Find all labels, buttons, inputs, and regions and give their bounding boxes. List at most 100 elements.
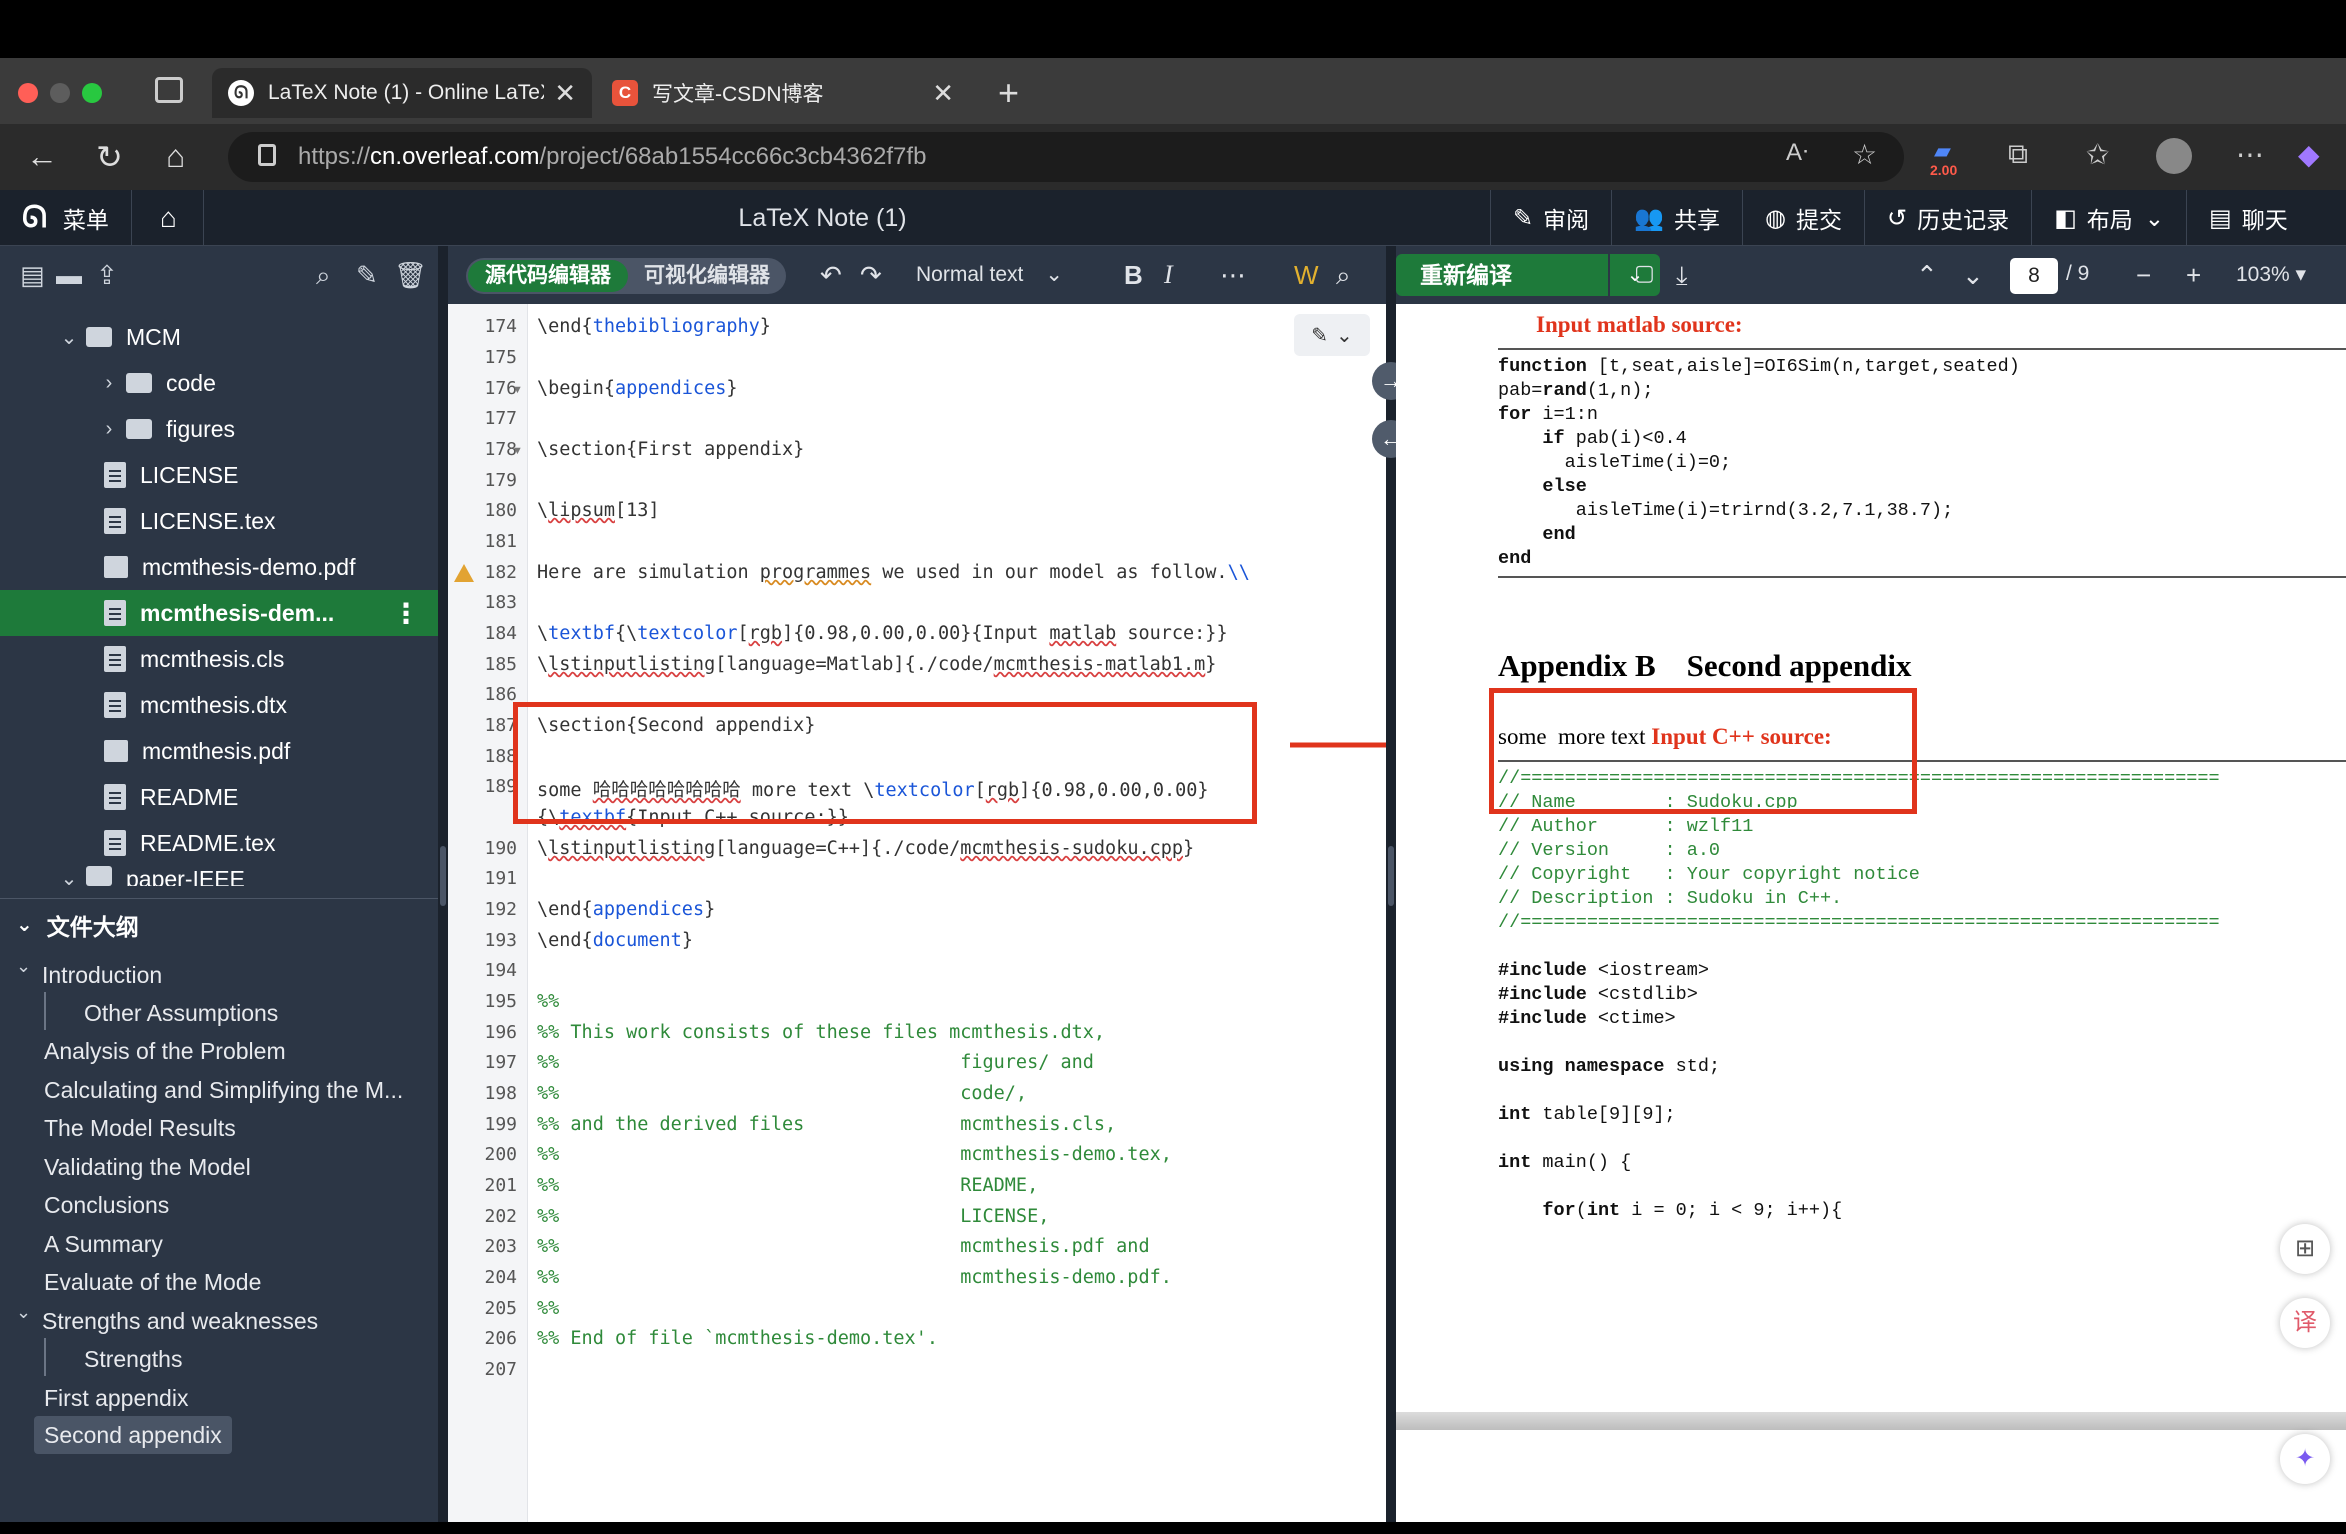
tree-file-license[interactable]: LICENSE: [0, 452, 438, 498]
tree-file-demo-tex[interactable]: mcmthesis-dem... ⋮: [0, 590, 438, 636]
outline-item[interactable]: Introduction: [42, 956, 162, 994]
tab-csdn[interactable]: C 写文章-CSDN博客 ✕: [596, 68, 970, 118]
left-panel-resizer[interactable]: [438, 246, 448, 1522]
outline-item[interactable]: Analysis of the Problem: [44, 1032, 286, 1070]
ai-assistant-icon[interactable]: ✦: [2280, 1434, 2330, 1484]
share-button[interactable]: 👥 共享: [1611, 190, 1742, 246]
download-icon[interactable]: ⤓: [1676, 260, 1688, 292]
logs-icon[interactable]: ▢: [1634, 260, 1655, 286]
review-button[interactable]: ✎ 审阅: [1490, 190, 1611, 246]
translate-icon[interactable]: 译: [2280, 1298, 2330, 1348]
editor-mode-toggle[interactable]: 源代码编辑器 可视化编辑器: [466, 258, 786, 294]
previous-page-icon[interactable]: ⌃: [1916, 260, 1938, 291]
outline-item-selected[interactable]: Second appendix: [34, 1416, 232, 1454]
outline-item[interactable]: Evaluate of the Mode: [44, 1263, 261, 1301]
menu-button[interactable]: ᘏ 菜单: [0, 190, 132, 246]
history-button[interactable]: ↺ 历史记录: [1863, 190, 2031, 246]
grid-tool-icon[interactable]: ⊞: [2280, 1224, 2330, 1274]
home-button[interactable]: ⌂: [134, 190, 204, 246]
outline-item[interactable]: First appendix: [44, 1379, 188, 1417]
new-tab-button[interactable]: +: [998, 72, 1019, 114]
tree-file-pdf[interactable]: mcmthesis.pdf: [0, 728, 438, 774]
outline-item[interactable]: Calculating and Simplifying the M...: [44, 1071, 403, 1109]
copilot-icon[interactable]: ◆: [2298, 138, 2320, 171]
favorites-icon[interactable]: ✩: [2086, 138, 2109, 171]
fold-arrow-icon[interactable]: ▼: [512, 445, 523, 457]
profile-avatar[interactable]: [2156, 138, 2192, 174]
extensions-puzzle-icon[interactable]: ⧉: [2008, 138, 2028, 171]
tree-file-cls[interactable]: mcmthesis.cls: [0, 636, 438, 682]
refresh-icon[interactable]: ↻: [96, 138, 123, 176]
delete-trash-icon[interactable]: 🗑: [394, 260, 427, 291]
zoom-in-icon[interactable]: +: [2186, 260, 2201, 291]
warning-icon[interactable]: [454, 564, 474, 582]
redo-icon[interactable]: ↷: [860, 260, 882, 291]
fold-arrow-icon[interactable]: ▼: [512, 384, 523, 396]
close-icon[interactable]: ✕: [932, 78, 954, 109]
italic-icon[interactable]: I: [1164, 260, 1173, 290]
project-title: LaTeX Note (1): [738, 204, 907, 232]
file-outline-header[interactable]: ⌄ 文件大纲: [0, 898, 438, 950]
more-options-icon[interactable]: ⋯: [2236, 138, 2264, 171]
layout-button[interactable]: ◧ 布局 ⌄: [2031, 190, 2186, 246]
writefull-icon[interactable]: W: [1294, 260, 1319, 291]
search-icon[interactable]: ⌕: [1336, 260, 1351, 292]
close-icon[interactable]: ✕: [554, 78, 576, 109]
home-icon[interactable]: ⌂: [166, 138, 185, 175]
tree-file-dtx[interactable]: mcmthesis.dtx: [0, 682, 438, 728]
tree-file-license-tex[interactable]: LICENSE.tex: [0, 498, 438, 544]
pdf-viewer[interactable]: Input matlab source: function [t,seat,ai…: [1396, 304, 2346, 1522]
outline-item[interactable]: Strengths: [84, 1340, 182, 1378]
rename-pencil-icon[interactable]: ✎: [356, 260, 378, 291]
outline-item[interactable]: Other Assumptions: [84, 994, 278, 1032]
outline-item[interactable]: Validating the Model: [44, 1148, 251, 1186]
address-bar[interactable]: https://cn.overleaf.com/project/68ab1554…: [228, 132, 1904, 182]
chevron-down-icon[interactable]: ⌄: [16, 1302, 31, 1323]
extension-icon[interactable]: ▰: [1934, 138, 1951, 164]
track-changes-button[interactable]: ✎ ⌄: [1294, 314, 1370, 356]
visual-editor-tab[interactable]: 可视化编辑器: [632, 260, 782, 292]
tab-overleaf[interactable]: ᘏ LaTeX Note (1) - Online LaTeX E ✕: [212, 68, 592, 118]
tree-folder-figures[interactable]: › figures: [0, 406, 438, 452]
code-editor[interactable]: 174 175 176 ▼ 177 178 ▼ 179 180 181 182 18…: [448, 304, 1386, 1522]
page-number-input[interactable]: 8: [2010, 258, 2058, 294]
back-arrow-icon[interactable]: ←: [26, 138, 58, 175]
minimize-window-button[interactable]: [50, 83, 70, 103]
resize-handle[interactable]: [440, 846, 446, 906]
close-window-button[interactable]: [18, 83, 38, 103]
chat-button[interactable]: ▤ 聊天: [2186, 190, 2310, 246]
search-icon[interactable]: ⌕: [316, 260, 331, 292]
new-folder-icon[interactable]: ▬: [56, 260, 82, 291]
tab-actions-icon[interactable]: [155, 77, 183, 103]
favorite-star-icon[interactable]: ☆: [1852, 138, 1877, 171]
submit-button[interactable]: ◍ 提交: [1742, 190, 1864, 246]
bold-icon[interactable]: B: [1124, 260, 1143, 291]
outline-item[interactable]: The Model Results: [44, 1109, 236, 1147]
zoom-out-icon[interactable]: −: [2136, 260, 2151, 291]
undo-icon[interactable]: ↶: [820, 260, 842, 291]
overleaf-toolbar: LaTeX Note (1) ᘏ 菜单 ⌂ ✎ 审阅 👥 共享 ◍ 提交 ↺ 历史记录 …: [0, 190, 2346, 246]
tree-file-demo-pdf[interactable]: mcmthesis-demo.pdf: [0, 544, 438, 590]
tree-folder-mcm[interactable]: ⌄ MCM: [0, 314, 438, 360]
upload-icon[interactable]: ⇪: [96, 260, 118, 291]
new-file-icon[interactable]: ▤: [20, 260, 45, 291]
next-page-icon[interactable]: ⌄: [1962, 260, 1984, 291]
recompile-button[interactable]: 重新编译: [1396, 254, 1608, 296]
tree-folder-code[interactable]: › code: [0, 360, 438, 406]
read-aloud-icon[interactable]: Aᐧ: [1786, 138, 1808, 167]
more-formatting-icon[interactable]: ⋯: [1220, 260, 1246, 291]
chevron-down-icon[interactable]: ⌄: [16, 956, 31, 977]
text-style-dropdown[interactable]: Normal text ⌄: [916, 262, 1063, 287]
kebab-menu-icon[interactable]: ⋮: [392, 597, 420, 630]
outline-item[interactable]: Strengths and weaknesses: [42, 1302, 318, 1340]
tree-file-readme[interactable]: README: [0, 774, 438, 820]
resize-handle[interactable]: [1388, 846, 1394, 906]
tree-file-readme-tex[interactable]: README.tex: [0, 820, 438, 866]
outline-item[interactable]: Conclusions: [44, 1186, 169, 1224]
maximize-window-button[interactable]: [82, 83, 102, 103]
outline-item[interactable]: A Summary: [44, 1225, 163, 1263]
source-editor-tab[interactable]: 源代码编辑器: [468, 260, 628, 292]
overleaf-icon: ᘏ: [228, 80, 254, 106]
tree-folder-paper-ieee[interactable]: ⌄ paper-IEEE: [0, 866, 438, 886]
zoom-dropdown[interactable]: 103% ▾: [2236, 262, 2306, 287]
